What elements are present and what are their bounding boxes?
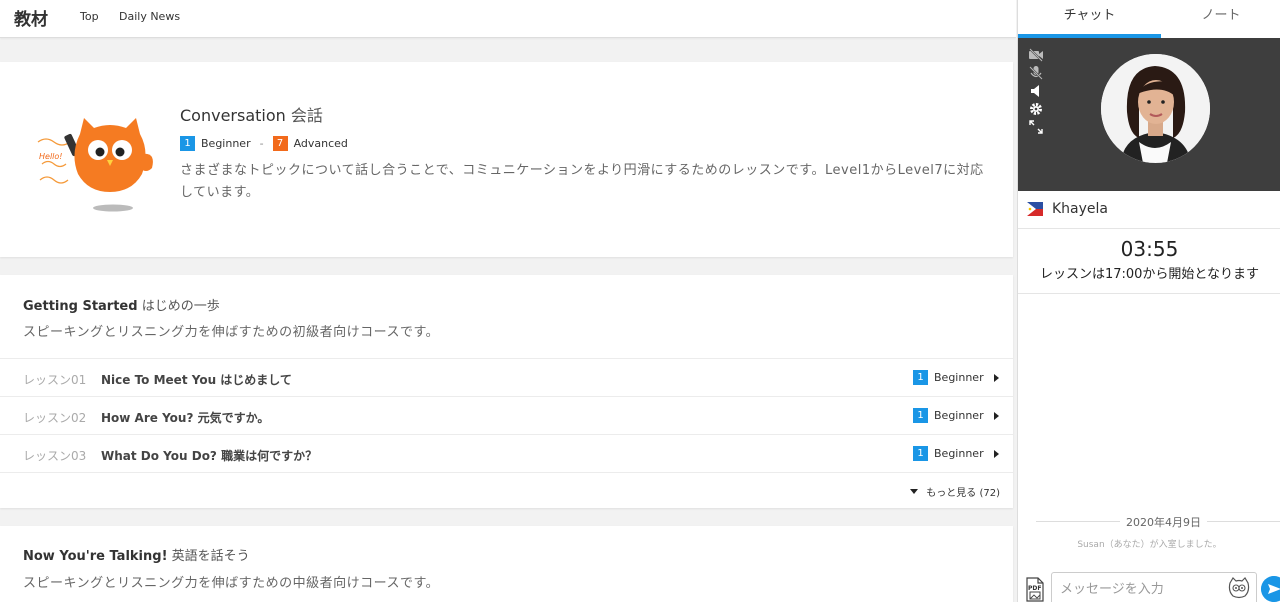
level-badge: 1: [913, 408, 928, 423]
section-title-jp: はじめの一歩: [141, 299, 220, 314]
course-title-en: Conversation: [180, 106, 286, 125]
svg-text:PDF: PDF: [1028, 585, 1041, 592]
lesson-number: レッスン03: [23, 449, 87, 463]
philippines-flag-icon: [1027, 202, 1043, 216]
nav-link-top[interactable]: Top: [80, 10, 99, 23]
lesson-level: 1 Beginner: [913, 408, 984, 423]
lesson-level: 1 Beginner: [913, 370, 984, 385]
course-hero-card: Hello! Conversation 会話 1 Beginner - 7 Ad…: [0, 62, 1013, 257]
section-title-en: Getting Started: [23, 299, 138, 314]
lesson-timer: 03:55 レッスンは17:00から開始となります: [1018, 229, 1280, 294]
lesson-number: レッスン02: [23, 411, 87, 425]
show-more-link[interactable]: もっと見る (72): [910, 484, 1000, 499]
gear-icon[interactable]: [1028, 101, 1044, 117]
level-label: Beginner: [934, 371, 984, 384]
speaker-icon[interactable]: [1028, 83, 1044, 99]
top-navigation-bar: 教材 Top Daily News: [0, 0, 1016, 38]
chat-messages: 2020年4月9日 Susan（あなた）が入室しました。: [1018, 294, 1280, 566]
level-label: Beginner: [934, 447, 984, 460]
chat-date-divider: 2020年4月9日: [1036, 514, 1280, 530]
lesson-title: Nice To Meet You はじめまして: [101, 373, 292, 387]
lesson-level: 1 Beginner: [913, 446, 984, 461]
course-title-jp: 会話: [290, 106, 323, 125]
section-title-en: Now You're Talking!: [23, 549, 168, 564]
tab-chat[interactable]: チャット: [1018, 0, 1161, 38]
course-description: さまざまなトピックについて話し合うことで、コミュニケーションをより円滑にするため…: [180, 163, 984, 200]
lesson-row[interactable]: レッスン02 How Are You? 元気ですか。 1 Beginner: [0, 396, 1013, 434]
show-more-label: もっと見る (72): [926, 488, 1000, 499]
chevron-right-icon: [994, 374, 999, 382]
tutor-photo: [1101, 54, 1210, 163]
owl-sticker-icon[interactable]: [1227, 577, 1251, 599]
video-panel: [1018, 38, 1280, 191]
tutor-info: Khayela: [1018, 191, 1280, 229]
tab-note[interactable]: ノート: [1161, 0, 1280, 38]
section-title: Getting Started はじめの一歩: [23, 295, 220, 314]
caret-down-icon: [910, 489, 919, 494]
sidebar-tabs: チャット ノート: [1018, 0, 1280, 38]
section-title: Now You're Talking! 英語を話そう: [23, 545, 250, 564]
camera-off-icon[interactable]: [1028, 47, 1044, 63]
chat-input-bar: PDF: [1018, 566, 1280, 602]
main-content: 教材 Top Daily News Hello! Conversation 会話…: [0, 0, 1016, 602]
pdf-attach-icon[interactable]: PDF: [1024, 577, 1046, 602]
lesson-start-note: レッスンは17:00から開始となります: [1039, 267, 1260, 282]
level-badge: 1: [913, 446, 928, 461]
chat-date: 2020年4月9日: [1120, 514, 1207, 530]
lesson-title: What Do You Do? 職業は何ですか？: [101, 449, 318, 463]
section-title-jp: 英語を話そう: [171, 549, 250, 564]
nav-link-daily-news[interactable]: Daily News: [119, 10, 180, 23]
section-description: スピーキングとリスニング力を伸ばすための初級者向けコースです。: [23, 325, 440, 340]
course-title: Conversation 会話: [180, 102, 323, 126]
brand-title: 教材: [14, 10, 48, 30]
level-label-to: Advanced: [293, 137, 348, 150]
mascot-hello-text: Hello!: [39, 152, 62, 161]
level-badge-to: 7: [272, 136, 288, 151]
lesson-row[interactable]: レッスン03 What Do You Do? 職業は何ですか？ 1 Beginn…: [0, 434, 1013, 472]
send-icon[interactable]: [1261, 576, 1280, 602]
level-separator: -: [259, 137, 264, 150]
level-label: Beginner: [934, 409, 984, 422]
mic-off-icon[interactable]: [1028, 65, 1044, 81]
show-more-row: もっと見る (72): [0, 472, 1013, 508]
expand-icon[interactable]: [1028, 119, 1044, 135]
lesson-number: レッスン01: [23, 373, 87, 387]
section-card-getting-started: Getting Started はじめの一歩 スピーキングとリスニング力を伸ばす…: [0, 275, 1013, 508]
lesson-row[interactable]: レッスン01 Nice To Meet You はじめまして 1 Beginne…: [0, 358, 1013, 396]
level-label-from: Beginner: [201, 137, 251, 150]
owl-mascot-illustration: Hello!: [37, 118, 153, 212]
section-card-now-youre-talking: Now You're Talking! 英語を話そう スピーキングとリスニング力…: [0, 526, 1013, 602]
system-message: Susan（あなた）が入室しました。: [1077, 540, 1222, 550]
level-badge-from: 1: [180, 136, 195, 151]
chevron-right-icon: [994, 412, 999, 420]
tutor-avatar: [1101, 54, 1210, 163]
tutor-name: Khayela: [1052, 201, 1108, 217]
level-badge: 1: [913, 370, 928, 385]
chevron-right-icon: [994, 450, 999, 458]
course-level-range: 1 Beginner - 7 Advanced: [180, 136, 348, 151]
lesson-title: How Are You? 元気ですか。: [101, 411, 270, 425]
lesson-sidebar: チャット ノート Khayela 03:55 レッスンは17:00から開始となり…: [1017, 0, 1280, 602]
section-description: スピーキングとリスニング力を伸ばすための中級者向けコースです。: [23, 576, 440, 591]
countdown-timer: 03:55: [1120, 237, 1179, 261]
